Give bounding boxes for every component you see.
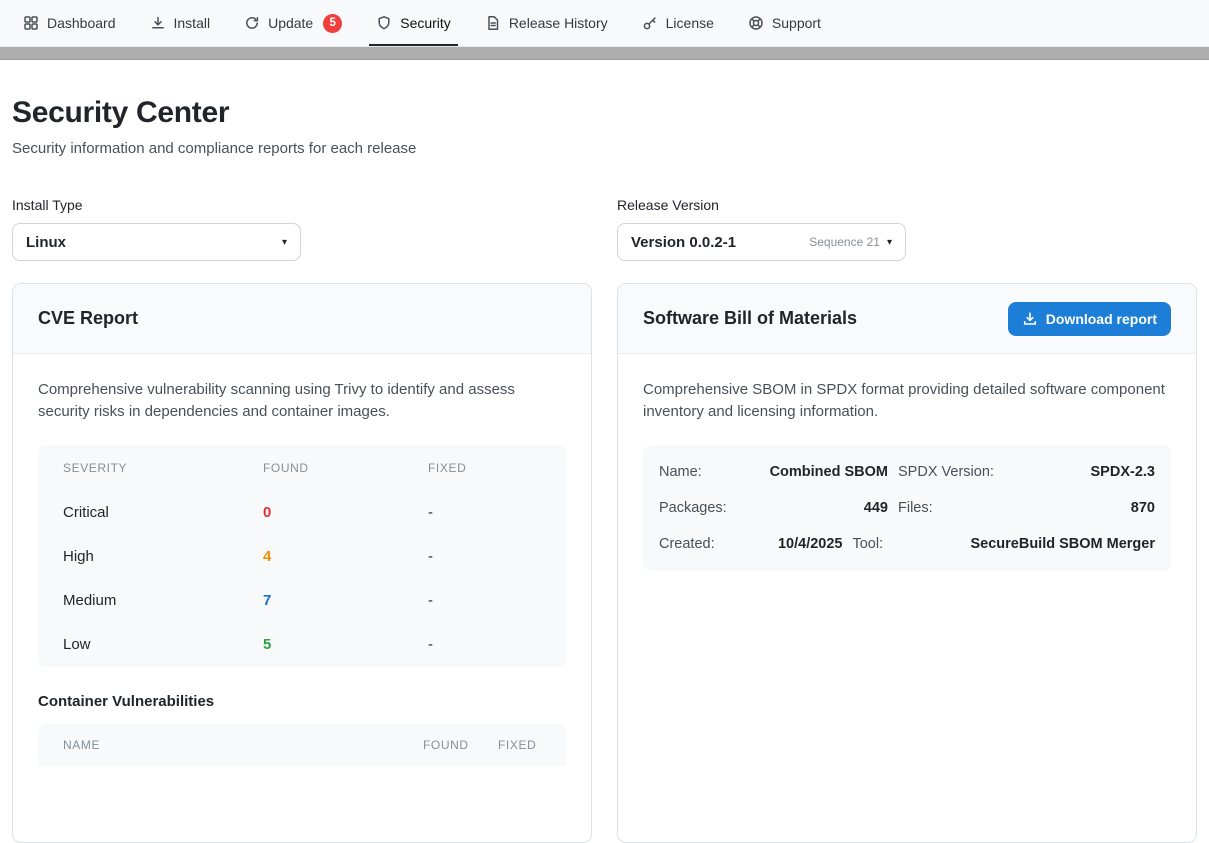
- nav-label-install: Install: [174, 15, 211, 31]
- sbom-created-value: 10/4/2025: [749, 536, 842, 552]
- sbom-card: Software Bill of Materials Download repo…: [617, 283, 1197, 843]
- sbom-title: Software Bill of Materials: [643, 308, 857, 329]
- divider-band: [0, 47, 1209, 60]
- nav-label-release-history: Release History: [509, 15, 608, 31]
- severity-table: Severity Found Fixed Critical 0 - High 4…: [38, 445, 566, 667]
- nav-item-install[interactable]: Install: [137, 0, 224, 46]
- fixed-value: -: [428, 548, 541, 565]
- filters-row: Install Type Linux ▾ Release Version Ver…: [12, 197, 1197, 261]
- sbom-packages-label: Packages:: [659, 500, 739, 516]
- cve-report-header: CVE Report: [13, 284, 591, 354]
- severity-label: Medium: [63, 592, 263, 609]
- release-version-value: Version 0.0.2-1: [631, 234, 809, 251]
- nav-label-dashboard: Dashboard: [47, 15, 116, 31]
- container-vulnerabilities-title: Container Vulnerabilities: [38, 693, 566, 710]
- cve-report-description: Comprehensive vulnerability scanning usi…: [38, 379, 566, 423]
- nav-item-release-history[interactable]: Release History: [472, 0, 621, 46]
- sbom-header: Software Bill of Materials Download repo…: [618, 284, 1196, 354]
- col-severity: Severity: [63, 461, 263, 475]
- nav-item-support[interactable]: Support: [735, 0, 834, 46]
- nav-item-license[interactable]: License: [629, 0, 727, 46]
- col-name: Name: [63, 738, 423, 752]
- sbom-row-3: Created: 10/4/2025 Tool: SecureBuild SBO…: [659, 526, 1155, 562]
- sbom-tool-label: Tool:: [852, 536, 960, 552]
- col-fixed: Fixed: [428, 461, 541, 475]
- nav-label-license: License: [666, 15, 714, 31]
- download-report-button[interactable]: Download report: [1008, 302, 1171, 336]
- release-version-filter: Release Version Version 0.0.2-1 Sequence…: [617, 197, 1197, 261]
- fixed-value: -: [428, 636, 541, 653]
- cards-row: CVE Report Comprehensive vulnerability s…: [12, 283, 1197, 843]
- sbom-files-value: 870: [1016, 500, 1155, 516]
- severity-label: High: [63, 548, 263, 565]
- release-sequence-label: Sequence 21: [809, 235, 880, 249]
- nav-label-support: Support: [772, 15, 821, 31]
- found-value: 5: [263, 636, 428, 653]
- install-type-label: Install Type: [12, 197, 592, 213]
- nav-item-update[interactable]: Update 5: [231, 0, 355, 46]
- download-icon: [1022, 311, 1038, 327]
- nav-item-dashboard[interactable]: Dashboard: [10, 0, 129, 46]
- found-value: 4: [263, 548, 428, 565]
- fixed-value: -: [428, 592, 541, 609]
- sbom-tool-value: SecureBuild SBOM Merger: [970, 536, 1155, 552]
- severity-label: Low: [63, 636, 263, 653]
- nav-label-security: Security: [400, 15, 451, 31]
- sbom-spdx-value: SPDX-2.3: [1016, 464, 1155, 480]
- sbom-description: Comprehensive SBOM in SPDX format provid…: [643, 379, 1171, 423]
- release-version-select[interactable]: Version 0.0.2-1 Sequence 21 ▾: [617, 223, 906, 261]
- found-value: 7: [263, 592, 428, 609]
- sbom-details-panel: Name: Combined SBOM SPDX Version: SPDX-2…: [643, 445, 1171, 571]
- main-content: Security Center Security information and…: [0, 96, 1209, 843]
- install-type-value: Linux: [26, 234, 282, 251]
- page-title: Security Center: [12, 96, 1197, 130]
- sbom-spdx-label: SPDX Version:: [898, 464, 1006, 480]
- table-row-low: Low 5 -: [38, 623, 566, 667]
- install-type-select[interactable]: Linux ▾: [12, 223, 301, 261]
- table-row-high: High 4 -: [38, 535, 566, 579]
- sbom-body: Comprehensive SBOM in SPDX format provid…: [618, 354, 1196, 596]
- table-row-medium: Medium 7 -: [38, 579, 566, 623]
- chevron-down-icon: ▾: [282, 237, 287, 248]
- cve-report-title: CVE Report: [38, 308, 138, 329]
- container-vulnerabilities-header: Name Found Fixed: [38, 724, 566, 766]
- col-found: Found: [423, 738, 498, 752]
- nav-label-update: Update: [268, 15, 313, 31]
- fixed-value: -: [428, 504, 541, 521]
- shield-icon: [376, 15, 392, 31]
- file-text-icon: [485, 15, 501, 31]
- key-icon: [642, 15, 658, 31]
- page-subtitle: Security information and compliance repo…: [12, 140, 1197, 157]
- table-row-critical: Critical 0 -: [38, 491, 566, 535]
- cve-report-card: CVE Report Comprehensive vulnerability s…: [12, 283, 592, 843]
- chevron-down-icon: ▾: [887, 237, 892, 248]
- nav-item-security[interactable]: Security: [363, 0, 464, 46]
- col-found: Found: [263, 461, 428, 475]
- sbom-row-1: Name: Combined SBOM SPDX Version: SPDX-2…: [659, 454, 1155, 490]
- download-icon: [150, 15, 166, 31]
- update-count-badge: 5: [323, 14, 342, 33]
- install-type-filter: Install Type Linux ▾: [12, 197, 592, 261]
- sbom-row-2: Packages: 449 Files: 870: [659, 490, 1155, 526]
- cve-report-body: Comprehensive vulnerability scanning usi…: [13, 354, 591, 791]
- found-value: 0: [263, 504, 428, 521]
- col-fixed: Fixed: [498, 738, 541, 752]
- grid-icon: [23, 15, 39, 31]
- sbom-name-label: Name:: [659, 464, 739, 480]
- sbom-created-label: Created:: [659, 536, 739, 552]
- sbom-files-label: Files:: [898, 500, 1006, 516]
- severity-table-header: Severity Found Fixed: [38, 445, 566, 491]
- sbom-packages-value: 449: [749, 500, 888, 516]
- top-navigation: Dashboard Install Update 5 Security Rele…: [0, 0, 1209, 47]
- lifebuoy-icon: [748, 15, 764, 31]
- severity-label: Critical: [63, 504, 263, 521]
- sbom-name-value: Combined SBOM: [749, 464, 888, 480]
- download-report-label: Download report: [1046, 311, 1157, 327]
- refresh-icon: [244, 15, 260, 31]
- release-version-label: Release Version: [617, 197, 1197, 213]
